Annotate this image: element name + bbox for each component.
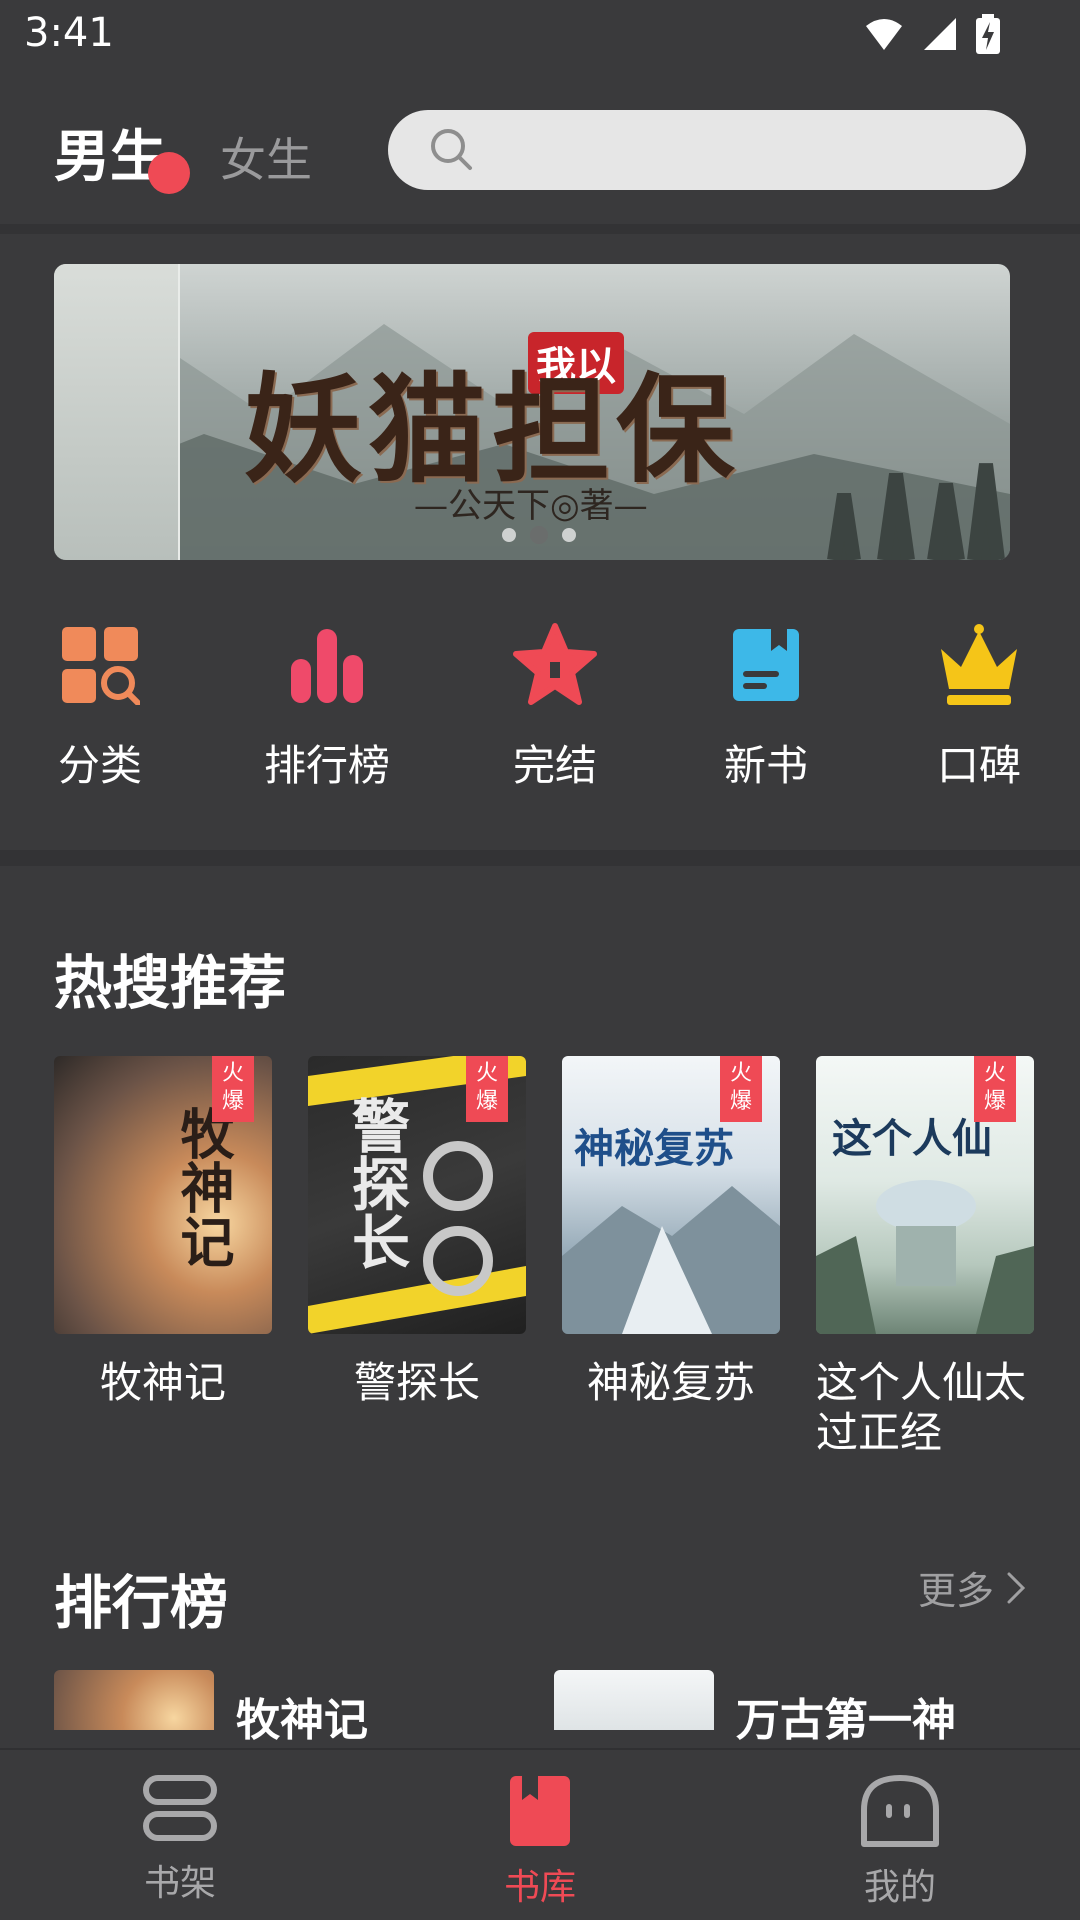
bottom-nav-label: 书库 <box>503 1867 576 1908</box>
tab-library[interactable]: 书库 <box>440 1774 640 1910</box>
nav-label: 完结 <box>512 741 597 790</box>
star-icon <box>513 623 597 705</box>
book-icon <box>733 629 799 701</box>
book-card[interactable]: 牧神记 火爆 牧神记 <box>54 1056 272 1408</box>
book-cover: 警探长 火爆 <box>308 1056 526 1334</box>
book-title: 警探长 <box>353 1358 480 1407</box>
wifi-icon <box>866 19 902 50</box>
book-card[interactable]: 警探长 火爆 警探长 <box>308 1056 526 1408</box>
crown-icon <box>941 624 1017 705</box>
search-input[interactable] <box>388 110 1026 190</box>
promo-banner[interactable]: 我以 妖猫担保 —公天下◎著— <box>54 264 1010 560</box>
nav-ranking[interactable]: 排行榜 <box>237 620 417 793</box>
hot-badge: 火爆 <box>466 1056 508 1122</box>
divider <box>0 850 1080 866</box>
book-cover: 神秘复苏 火爆 <box>562 1056 780 1334</box>
banner-author: —公天下◎著— <box>414 486 648 526</box>
divider <box>0 224 1080 234</box>
bottom-nav-label: 书架 <box>143 1863 216 1904</box>
more-label: 更多 <box>917 1569 994 1613</box>
cover-title: 警探长 <box>342 1096 410 1270</box>
status-bar: 3:41 <box>0 0 1080 72</box>
pagination-dot[interactable] <box>562 528 576 542</box>
hot-badge: 火爆 <box>720 1056 762 1122</box>
pagination-dot[interactable] <box>502 528 516 542</box>
tab-bookshelf[interactable]: 书架 <box>80 1774 280 1906</box>
profile-icon <box>861 1775 939 1847</box>
banner-prev-peek <box>54 264 180 560</box>
ranking-item[interactable]: 万古第一神 <box>554 1670 1024 1746</box>
ranking-thumb <box>54 1670 214 1730</box>
bottom-nav-label: 我的 <box>863 1867 936 1908</box>
ranking-section-title: 排行榜 <box>54 1569 229 1637</box>
nav-reputation[interactable]: 口碑 <box>889 620 1069 793</box>
header: 男生 女生 <box>0 72 1080 224</box>
nav-new-books[interactable]: 新书 <box>676 620 856 793</box>
more-link[interactable]: 更多 <box>918 1560 1026 1615</box>
ranking-title: 牧神记 <box>236 1695 368 1746</box>
category-icon <box>62 627 140 705</box>
library-icon <box>510 1776 570 1846</box>
nav-label: 口碑 <box>936 741 1021 790</box>
ranking-title: 万古第一神 <box>736 1695 956 1746</box>
nav-label: 新书 <box>723 741 808 790</box>
cover-title: 这个人仙 <box>832 1115 992 1162</box>
book-card[interactable]: 神秘复苏 火爆 神秘复苏 <box>562 1056 780 1408</box>
nav-label: 分类 <box>57 741 142 790</box>
search-icon <box>431 129 472 170</box>
ranking-thumb <box>554 1670 714 1730</box>
nav-category[interactable]: 分类 <box>10 620 190 793</box>
tab-female[interactable]: 女生 <box>220 124 312 190</box>
hot-badge: 火爆 <box>212 1056 254 1122</box>
book-title: 这个人仙太过正经 <box>816 1358 1027 1457</box>
cover-title: 神秘复苏 <box>574 1125 734 1172</box>
status-icons <box>864 14 1000 54</box>
book-title: 牧神记 <box>99 1358 226 1407</box>
book-cover: 这个人仙 火爆 <box>816 1056 1034 1334</box>
signal-icon <box>924 18 956 50</box>
chevron-right-icon <box>1007 1572 1026 1603</box>
book-card[interactable]: 这个人仙 火爆 这个人仙太过正经 <box>816 1056 1034 1458</box>
bottom-nav: 书架 书库 我的 <box>0 1748 1080 1920</box>
cover-title: 牧神记 <box>171 1106 235 1268</box>
book-title: 神秘复苏 <box>586 1358 755 1407</box>
hot-section-title: 热搜推荐 <box>54 949 287 1017</box>
tab-profile[interactable]: 我的 <box>800 1774 1000 1910</box>
app-screen: 3:41 男生 女生 我以 妖猫担保 —公天下◎著— 分类 排行榜 完结 新书 … <box>0 0 1080 1920</box>
tab-active-dot <box>148 152 190 194</box>
book-cover: 牧神记 火爆 <box>54 1056 272 1334</box>
nav-completed[interactable]: 完结 <box>465 620 645 793</box>
battery-charging-icon <box>976 14 1000 54</box>
nav-label: 排行榜 <box>263 741 390 790</box>
hot-badge: 火爆 <box>974 1056 1016 1122</box>
status-time: 3:41 <box>24 10 114 56</box>
bookshelf-icon <box>143 1775 217 1841</box>
pagination-dot-active[interactable] <box>530 526 548 544</box>
ranking-item[interactable]: 牧神记 <box>54 1670 514 1746</box>
banner-pagination <box>502 526 576 544</box>
ranking-icon <box>291 629 363 703</box>
quick-nav: 分类 排行榜 完结 新书 口碑 <box>0 620 1080 810</box>
